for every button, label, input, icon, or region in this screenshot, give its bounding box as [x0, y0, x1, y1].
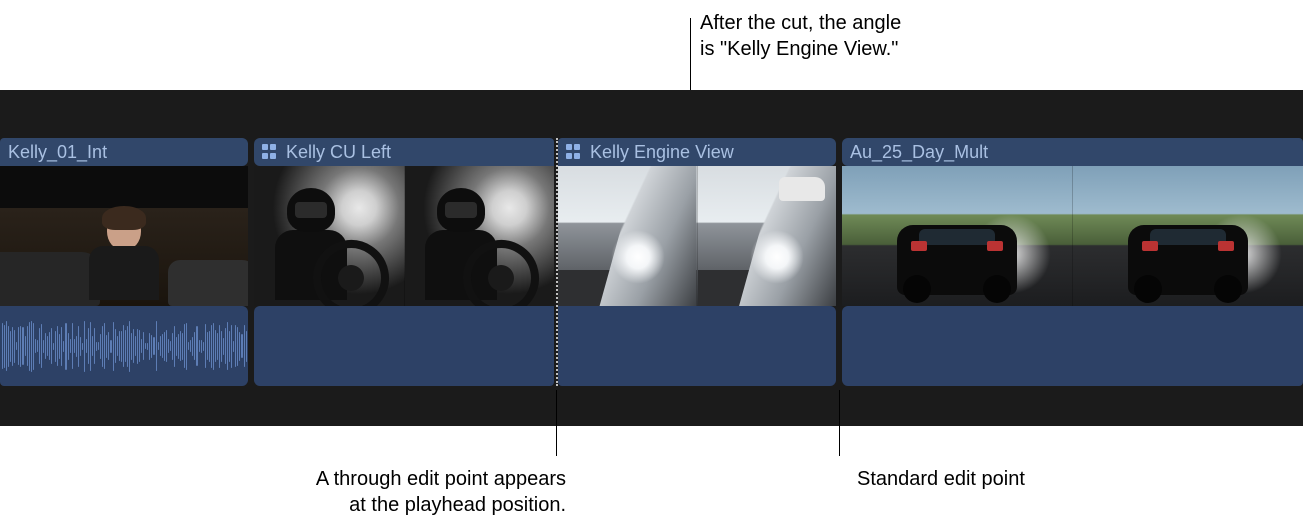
timeline[interactable]: Kelly_01_Int Kelly CU Left [0, 90, 1303, 426]
clip-audio-lane [254, 306, 554, 386]
annotation-top: After the cut, the angle is "Kelly Engin… [700, 10, 901, 62]
clip-title: Kelly Engine View [590, 138, 734, 166]
clip-thumbnails [558, 166, 836, 306]
thumbnail [254, 166, 404, 306]
clip-title: Au_25_Day_Mult [850, 138, 988, 166]
thumbnail [404, 166, 555, 306]
clip-header: Kelly_01_Int [0, 138, 248, 166]
callout-line-through-edit [556, 390, 557, 456]
callout-line-standard-edit [839, 390, 840, 456]
thumbnail [558, 166, 697, 306]
clip-kelly-engine-view[interactable]: Kelly Engine View [558, 138, 836, 386]
thumbnail [842, 166, 1072, 306]
clip-title: Kelly CU Left [286, 138, 391, 166]
clip-thumbnails [254, 166, 554, 306]
clip-header: Kelly CU Left [254, 138, 554, 166]
clip-title: Kelly_01_Int [8, 138, 107, 166]
clip-thumbnails [0, 166, 248, 306]
clip-au-25-day-mult[interactable]: Au_25_Day_Mult [842, 138, 1303, 386]
figure-canvas: After the cut, the angle is "Kelly Engin… [0, 0, 1303, 516]
clip-audio-lane [558, 306, 836, 386]
thumbnail [1072, 166, 1303, 306]
clip-kelly-cu-left[interactable]: Kelly CU Left [254, 138, 554, 386]
clip-audio-lane [842, 306, 1303, 386]
clip-kelly-01-int[interactable]: Kelly_01_Int [0, 138, 248, 386]
thumbnail [697, 166, 837, 306]
clip-audio-lane [0, 306, 248, 386]
clip-header: Au_25_Day_Mult [842, 138, 1303, 166]
multicam-icon [566, 144, 582, 160]
annotation-through-edit: A through edit point appears at the play… [186, 466, 566, 516]
multicam-icon [262, 144, 278, 160]
annotation-standard-edit: Standard edit point [857, 466, 1025, 492]
clip-header: Kelly Engine View [558, 138, 836, 166]
clip-thumbnails [842, 166, 1303, 306]
thumbnail [0, 166, 248, 306]
audio-waveform [0, 306, 248, 386]
